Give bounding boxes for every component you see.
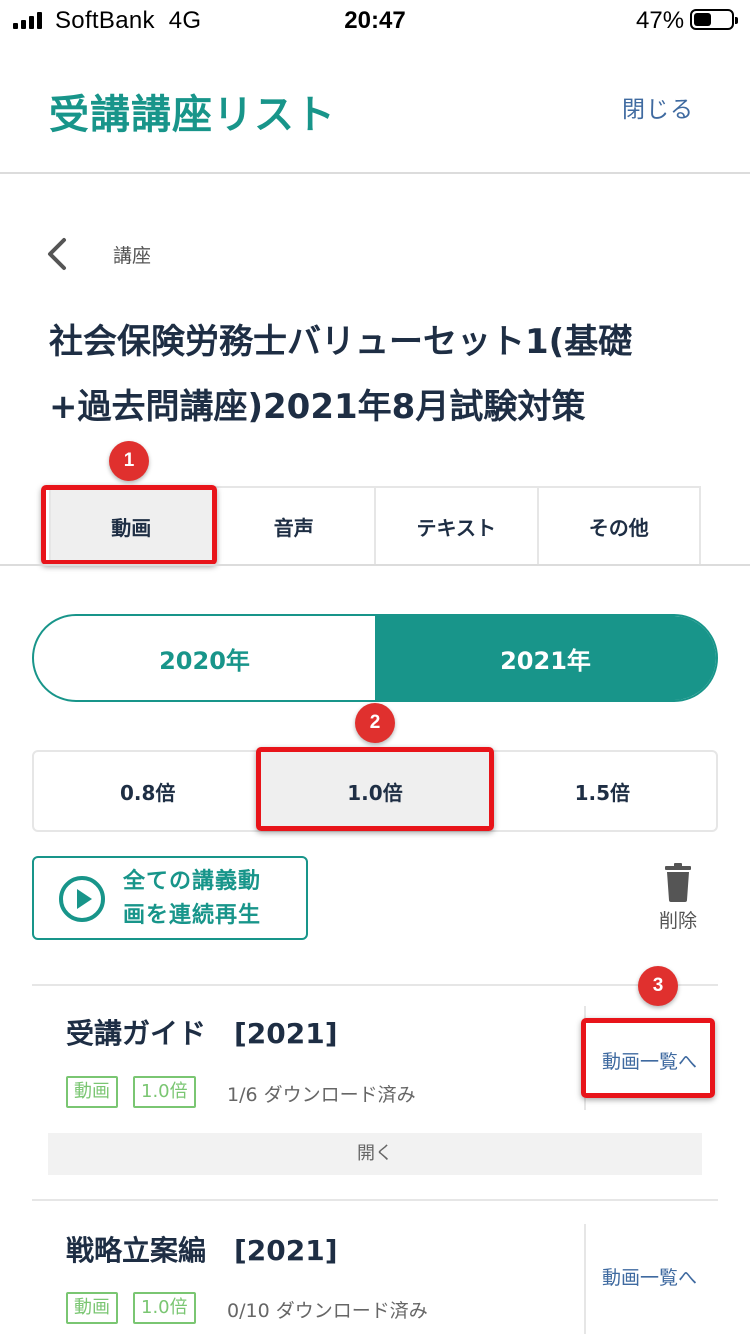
list-divider (32, 984, 718, 986)
tag-media-type: 動画 (66, 1292, 118, 1324)
breadcrumb[interactable]: 講座 (113, 241, 151, 268)
annotation-badge-2: 2 (355, 703, 395, 743)
battery-icon (690, 9, 738, 30)
tag-media-type: 動画 (66, 1076, 118, 1108)
tab-other[interactable]: その他 (539, 488, 700, 564)
course-title-line-1: 社会保険労務士バリューセット1(基礎 (49, 322, 633, 362)
page-title: 受講講座リスト (49, 92, 336, 138)
annotation-badge-3: 3 (638, 966, 678, 1006)
play-all-label-line-2: 画を連続再生 (123, 903, 262, 928)
course-item-name: 受講ガイド [2021] (66, 1017, 338, 1050)
battery-percentage: 47% (636, 7, 685, 34)
tabs-divider (0, 564, 750, 566)
media-tabs: 動画 音声 テキスト その他 (49, 486, 701, 566)
tab-audio[interactable]: 音声 (214, 488, 376, 564)
course-title-line-2: +過去問講座)2021年8月試験対策 (49, 387, 586, 427)
open-button[interactable]: 開く (48, 1133, 702, 1175)
play-all-label-line-1: 全ての講義動 (123, 869, 262, 894)
course-item-name: 戦略立案編 [2021] (66, 1234, 338, 1267)
video-list-link[interactable]: 動画一覧へ (602, 1047, 697, 1074)
tag-speed: 1.0倍 (133, 1292, 196, 1324)
column-divider (584, 1224, 586, 1334)
speed-option-1-5[interactable]: 1.5倍 (489, 752, 716, 830)
video-list-link[interactable]: 動画一覧へ (602, 1263, 697, 1290)
header-divider (0, 172, 750, 174)
play-all-label: 全ての講義動 画を連続再生 (123, 865, 303, 933)
download-status: 0/10 ダウンロード済み (227, 1300, 428, 1322)
year-option-2021[interactable]: 2021年 (375, 616, 716, 700)
list-divider (32, 1199, 718, 1201)
status-bar: SoftBank 4G 20:47 47% (0, 0, 750, 40)
trash-icon (665, 863, 691, 902)
column-divider (584, 1006, 586, 1110)
delete-button[interactable]: 削除 (648, 862, 708, 938)
speed-option-1-0[interactable]: 1.0倍 (261, 752, 489, 830)
year-option-2020[interactable]: 2020年 (34, 616, 375, 700)
tab-video[interactable]: 動画 (51, 488, 214, 564)
year-toggle: 2020年 2021年 (32, 614, 718, 702)
play-all-button[interactable]: 全ての講義動 画を連続再生 (32, 856, 308, 940)
tag-speed: 1.0倍 (133, 1076, 196, 1108)
delete-label: 削除 (658, 910, 697, 932)
annotation-badge-1: 1 (109, 441, 149, 481)
speed-option-0-8[interactable]: 0.8倍 (34, 752, 261, 830)
tab-text[interactable]: テキスト (376, 488, 539, 564)
close-button[interactable]: 閉じる (622, 90, 694, 124)
download-status: 1/6 ダウンロード済み (227, 1084, 416, 1106)
course-title: 社会保険労務士バリューセット1(基礎 +過去問講座)2021年8月試験対策 (49, 310, 709, 440)
playback-speed-selector: 0.8倍 1.0倍 1.5倍 (32, 750, 718, 832)
play-circle-icon (59, 876, 105, 922)
back-chevron-icon[interactable] (40, 234, 76, 274)
